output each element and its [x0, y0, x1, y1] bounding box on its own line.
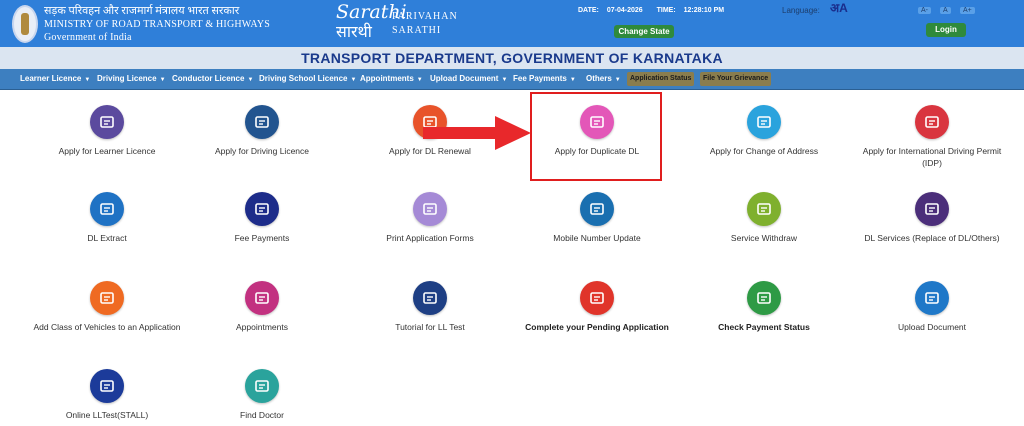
site-header: सड़क परिवहन और राजमार्ग मंत्रालय भारत सर… — [0, 0, 1024, 47]
logo-text: PARIVAHAN SARATHI — [392, 11, 458, 36]
service-tile-label: Print Application Forms — [386, 233, 474, 243]
language-icon[interactable]: अA — [830, 2, 848, 14]
nav-driving-licence[interactable]: Driving Licence ▼ — [97, 74, 166, 83]
national-emblem — [12, 5, 38, 43]
font-small-button[interactable]: A- — [918, 7, 931, 14]
service-tile-label: Upload Document — [897, 322, 967, 332]
chevron-down-icon: ▼ — [501, 77, 508, 83]
service-tile-label: Find Doctor — [240, 410, 284, 420]
service-tile[interactable]: Print Application Forms — [350, 192, 510, 244]
service-tile-label: Fee Payments — [234, 233, 290, 243]
login-button[interactable]: Login — [926, 23, 966, 37]
service-tile[interactable]: Find Doctor — [182, 369, 342, 421]
service-tile[interactable]: Apply for International Driving Permit (… — [852, 105, 1012, 169]
chevron-down-icon: ▼ — [247, 77, 254, 83]
nav-conductor-licence[interactable]: Conductor Licence ▼ — [172, 74, 253, 83]
ministry-title: सड़क परिवहन और राजमार्ग मंत्रालय भारत सर… — [44, 5, 270, 44]
service-tile-label: Apply for Change of Address — [709, 146, 819, 156]
nav-others[interactable]: Others ▼ — [586, 74, 621, 83]
service-tile-label: Service Withdraw — [730, 233, 798, 243]
dl-services-icon[interactable] — [915, 192, 949, 226]
service-withdraw-icon[interactable] — [747, 192, 781, 226]
font-normal-button[interactable]: A — [940, 7, 951, 14]
font-large-button[interactable]: A+ — [960, 7, 975, 14]
service-tile-label: Check Payment Status — [718, 322, 810, 332]
nav-driving-school-licence[interactable]: Driving School Licence ▼ — [259, 74, 356, 83]
fee-payments-icon[interactable] — [245, 192, 279, 226]
date-time: DATE: 07-04-2026 TIME: 12:28:10 PM — [578, 7, 725, 14]
service-tile[interactable]: Apply for Change of Address — [684, 105, 844, 157]
chevron-down-icon: ▼ — [159, 77, 166, 83]
service-tile-label: Apply for International Driving Permit (… — [862, 146, 1002, 168]
service-tile[interactable]: Tutorial for LL Test — [350, 281, 510, 333]
change-address-icon[interactable] — [747, 105, 781, 139]
service-tile-label: Online LLTest(STALL) — [65, 410, 149, 420]
find-doctor-icon[interactable] — [245, 369, 279, 403]
service-tile-label: Tutorial for LL Test — [395, 322, 465, 332]
service-tile[interactable]: Check Payment Status — [684, 281, 844, 333]
ministry-hindi: सड़क परिवहन और राजमार्ग मंत्रालय भारत सर… — [44, 5, 240, 17]
learner-licence-icon[interactable] — [90, 105, 124, 139]
highlight-box — [530, 92, 662, 181]
change-state-button[interactable]: Change State — [614, 25, 674, 38]
service-tile[interactable]: DL Extract — [27, 192, 187, 244]
service-tile-label: Apply for Learner Licence — [58, 146, 156, 156]
chevron-down-icon: ▼ — [84, 77, 91, 83]
language-label: Language: — [782, 6, 820, 15]
chevron-down-icon: ▼ — [614, 77, 621, 83]
nav-upload-document[interactable]: Upload Document ▼ — [430, 74, 507, 83]
nav-fee-payments[interactable]: Fee Payments ▼ — [513, 74, 576, 83]
service-tile-label: Add Class of Vehicles to an Application — [33, 322, 181, 332]
service-tile-label: Apply for Driving Licence — [214, 146, 309, 156]
file-grievance-button[interactable]: File Your Grievance — [700, 72, 772, 86]
payment-status-icon[interactable] — [747, 281, 781, 315]
service-tile-label: Complete your Pending Application — [525, 322, 669, 332]
pending-application-icon[interactable] — [580, 281, 614, 315]
appointments-icon[interactable] — [245, 281, 279, 315]
tutorial-icon[interactable] — [413, 281, 447, 315]
service-tile-label: DL Services (Replace of DL/Others) — [864, 233, 1000, 243]
service-tile[interactable]: Apply for Driving Licence — [182, 105, 342, 157]
upload-document-icon[interactable] — [915, 281, 949, 315]
chevron-down-icon: ▼ — [416, 77, 423, 83]
ministry-english: MINISTRY OF ROAD TRANSPORT & HIGHWAYS — [44, 19, 271, 30]
main-navigation: Learner Licence ▼ Driving Licence ▼ Conduc… — [0, 69, 1024, 90]
chevron-down-icon: ▼ — [569, 77, 576, 83]
online-lltest-icon[interactable] — [90, 369, 124, 403]
government-label: Government of India — [44, 32, 132, 43]
service-tile-label: Mobile Number Update — [553, 233, 641, 243]
pointer-arrow-icon — [423, 116, 531, 150]
service-tile[interactable]: Appointments — [182, 281, 342, 333]
mobile-update-icon[interactable] — [580, 192, 614, 226]
service-tile[interactable]: DL Services (Replace of DL/Others) — [852, 192, 1012, 244]
service-tile[interactable]: Mobile Number Update — [517, 192, 677, 244]
print-forms-icon[interactable] — [413, 192, 447, 226]
service-tile-label: DL Extract — [87, 233, 127, 243]
service-tile[interactable]: Add Class of Vehicles to an Application — [27, 281, 187, 333]
service-tile[interactable]: Apply for Learner Licence — [27, 105, 187, 157]
service-tile[interactable]: Complete your Pending Application — [517, 281, 677, 333]
service-tile[interactable]: Upload Document — [852, 281, 1012, 333]
add-class-icon[interactable] — [90, 281, 124, 315]
service-tile[interactable]: Fee Payments — [182, 192, 342, 244]
idp-icon[interactable] — [915, 105, 949, 139]
nav-appointments[interactable]: Appointments ▼ — [360, 74, 423, 83]
nav-learner-licence[interactable]: Learner Licence ▼ — [20, 74, 90, 83]
application-status-button[interactable]: Application Status — [627, 72, 695, 86]
chevron-down-icon: ▼ — [350, 77, 357, 83]
service-tile[interactable]: Service Withdraw — [684, 192, 844, 244]
driving-licence-icon[interactable] — [245, 105, 279, 139]
dl-extract-icon[interactable] — [90, 192, 124, 226]
service-tile[interactable]: Online LLTest(STALL) — [27, 369, 187, 421]
service-tile-label: Appointments — [236, 322, 288, 332]
department-title: TRANSPORT DEPARTMENT, GOVERNMENT OF KARN… — [0, 47, 1024, 69]
